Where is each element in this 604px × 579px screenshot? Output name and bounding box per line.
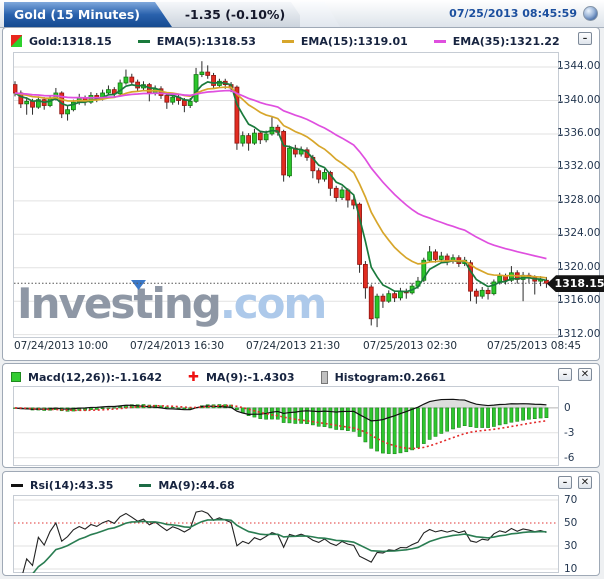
y-axis-label: 1328.00 <box>557 193 601 206</box>
macd-legend-item-macd-ma[interactable]: ✚ MA(9):-1.4303 <box>188 371 295 384</box>
rsi-icon <box>11 483 23 487</box>
price-chart-panel: Gold:1318.15 EMA(5):1318.53 EMA(15):1319.0… <box>2 27 604 361</box>
rsi-plot[interactable] <box>13 495 559 573</box>
y-axis-label: 10 <box>564 562 578 575</box>
macd-legend-item-histogram[interactable]: Histogram:0.2661 <box>320 370 446 384</box>
sphere-button[interactable] <box>583 6 598 21</box>
ema35-icon <box>433 39 446 43</box>
y-axis-label: 50 <box>564 516 578 529</box>
y-axis-label: -6 <box>564 451 575 464</box>
chart-window: Gold (15 Minutes) -1.35 (-0.10%) 07/25/2… <box>0 0 604 579</box>
change-label: -1.35 (-0.10%) <box>184 7 286 22</box>
rsi-legend-item-rsi-ma[interactable]: MA(9):44.68 <box>139 478 235 492</box>
rsi-line <box>22 510 547 573</box>
y-axis-label: 30 <box>564 539 578 552</box>
x-axis-label: 07/25/2013 02:30 <box>362 340 458 352</box>
y-axis-tick <box>559 167 563 169</box>
y-axis-label: 1332.00 <box>557 160 601 173</box>
symbol-tab-label: Gold (15 Minutes) <box>14 7 141 22</box>
y-axis-label: 1344.00 <box>557 60 601 73</box>
macd-plot[interactable] <box>13 386 559 466</box>
rsi-legend-item-rsi[interactable]: Rsi(14):43.35 <box>11 479 113 492</box>
tab-background-2 <box>300 2 340 27</box>
overlay-EMA(35) <box>14 89 547 260</box>
x-axis-label: 07/24/2013 21:30 <box>245 340 341 352</box>
macd-legend-label: Macd(12,26)):-1.1642 <box>28 370 163 384</box>
watermark-logo: Investing.com <box>17 279 325 328</box>
main-legend-label: EMA(35):1321.22 <box>452 34 560 48</box>
y-axis-label: 1324.00 <box>557 227 601 240</box>
y-axis-label: 70 <box>564 493 578 506</box>
y-axis-tick <box>559 100 563 102</box>
x-axis-label: 07/24/2013 10:00 <box>13 340 109 352</box>
y-axis-tick <box>559 267 563 269</box>
macd-legend: Macd(12,26)):-1.1642 ✚ MA(9):-1.4303 Histog… <box>11 368 472 386</box>
main-chart-legend: Gold:1318.15 EMA(5):1318.53 EMA(15):1319.0… <box>11 32 586 50</box>
main-legend-label: EMA(5):1318.53 <box>156 34 256 48</box>
main-legend-item-ema15[interactable]: EMA(15):1319.01 <box>281 34 408 48</box>
histogram-icon <box>320 370 328 384</box>
y-axis-label: 0 <box>564 401 571 414</box>
macd-panel: Macd(12,26)):-1.1642 ✚ MA(9):-1.4303 Histog… <box>2 363 600 468</box>
rsi-minimize-button[interactable]: – <box>558 476 572 489</box>
y-axis-tick <box>559 334 563 336</box>
timestamp-label: 07/25/2013 08:45:59 <box>449 7 577 20</box>
macd-close-button[interactable]: ✕ <box>578 368 592 381</box>
rsi-close-button[interactable]: ✕ <box>578 476 592 489</box>
main-legend-label: Gold:1318.15 <box>29 34 112 48</box>
y-axis-label: 1316.00 <box>557 294 601 307</box>
main-legend-label: EMA(15):1319.01 <box>300 34 408 48</box>
x-axis-label: 07/25/2013 08:45 <box>486 340 582 352</box>
macd-ma-icon: ✚ <box>188 369 199 385</box>
y-axis-label: 1336.00 <box>557 126 601 139</box>
main-legend-item-gold[interactable]: Gold:1318.15 <box>11 35 112 48</box>
y-axis-tick <box>559 133 563 135</box>
macd-legend-label: MA(9):-1.4303 <box>205 370 295 384</box>
y-axis-tick <box>559 301 563 303</box>
macd-minimize-button[interactable]: – <box>558 368 572 381</box>
last-price-tag: 1318.15 <box>547 275 604 293</box>
gold-icon <box>11 35 22 47</box>
rsi-legend: Rsi(14):43.35 MA(9):44.68 <box>11 476 261 494</box>
macd-legend-label: Histogram:0.2661 <box>334 370 446 384</box>
price-chart-plot[interactable]: Investing.com <box>13 52 559 338</box>
rsi-legend-label: MA(9):44.68 <box>158 478 235 492</box>
y-axis-label: -3 <box>564 426 575 439</box>
symbol-tab[interactable]: Gold (15 Minutes) <box>4 2 172 27</box>
y-axis-label: 1340.00 <box>557 93 601 106</box>
y-axis-label: 1320.00 <box>557 260 601 273</box>
title-bar: Gold (15 Minutes) -1.35 (-0.10%) 07/25/2… <box>0 0 604 28</box>
rsi-ma-icon <box>139 483 152 487</box>
main-legend-item-ema35[interactable]: EMA(35):1321.22 <box>433 34 560 48</box>
ema5-icon <box>137 39 150 43</box>
rsi-legend-label: Rsi(14):43.35 <box>30 478 114 492</box>
y-axis-tick <box>559 67 563 69</box>
ema15-icon <box>281 39 294 43</box>
y-axis-label: 1312.00 <box>557 327 601 340</box>
minimize-button[interactable]: – <box>578 32 592 45</box>
x-axis-label: 07/24/2013 16:30 <box>129 340 225 352</box>
macd-legend-item-macd[interactable]: Macd(12,26)):-1.1642 <box>11 371 162 384</box>
y-axis-tick <box>559 200 563 202</box>
macd-icon <box>11 372 21 382</box>
change-tab[interactable]: -1.35 (-0.10%) <box>170 2 300 27</box>
rsi-panel: Rsi(14):43.35 MA(9):44.68 – ✕ 70 50 30 10 <box>2 471 600 576</box>
y-axis-tick <box>559 234 563 236</box>
main-legend-item-ema5[interactable]: EMA(5):1318.53 <box>137 34 256 48</box>
overlay-EMA(15) <box>14 86 547 279</box>
